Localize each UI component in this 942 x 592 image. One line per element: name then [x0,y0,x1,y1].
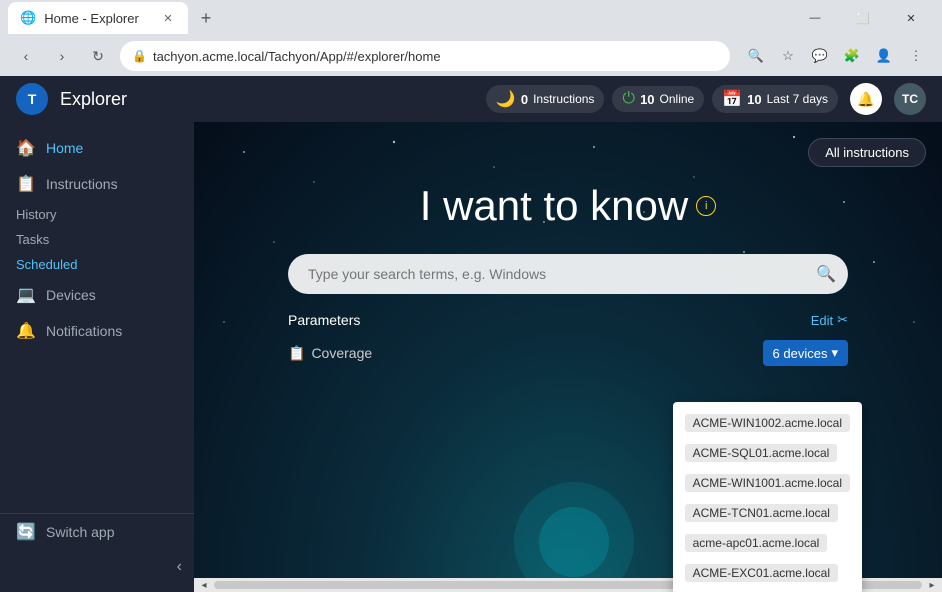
bell-icon: 🔔 [857,91,874,108]
edit-button[interactable]: Edit ✂ [811,312,848,328]
online-count: 10 [640,92,654,107]
info-icon: i [696,196,716,216]
sidebar-item-instructions[interactable]: 📋 Instructions [0,166,194,202]
devices-dropdown-list: ACME-WIN1002.acme.local ACME-SQL01.acme.… [673,402,862,592]
sidebar-item-notifications[interactable]: 🔔 Notifications [0,313,194,349]
collapse-icon: ‹ [177,558,182,576]
address-box: 🔒 tachyon.acme.local/Tachyon/App/#/explo… [120,41,730,71]
lastdays-stat-icon: 📅 [722,89,742,109]
coverage-row: 📋 Coverage 6 devices ▾ [288,334,848,372]
edit-icon: ✂ [837,312,848,328]
new-tab-button[interactable]: + [192,4,220,32]
instructions-label: Instructions [533,92,594,106]
notification-bell[interactable]: 🔔 [850,83,882,115]
instructions-count: 0 [521,92,528,107]
window-controls: — ⬜ ✕ [792,3,934,33]
sidebar-sub-history[interactable]: History [0,202,194,227]
sidebar: 🏠 Home 📋 Instructions History Tasks Sche… [0,122,194,592]
device-item-0[interactable]: ACME-WIN1002.acme.local [673,408,862,438]
new-tab-icon: + [201,8,212,29]
tab-title: Home - Explorer [44,11,152,26]
switch-app-label: Switch app [46,524,114,540]
sidebar-item-devices[interactable]: 💻 Devices [0,277,194,313]
device-tag-3: ACME-TCN01.acme.local [685,504,838,522]
device-item-4[interactable]: acme-apc01.acme.local [673,528,862,558]
devices-icon: 💻 [16,285,36,305]
switch-app-item[interactable]: 🔄 Switch app [0,514,194,550]
url-text: tachyon.acme.local/Tachyon/App/#/explore… [153,49,441,64]
sidebar-bottom: 🔄 Switch app ‹ [0,513,194,584]
search-browser-icon[interactable]: 🔍 [742,42,770,70]
browser-chrome: 🌐 Home - Explorer ✕ + — ⬜ ✕ ‹ › ↻ 🔒 tach… [0,0,942,76]
search-box: 🔍 [288,254,848,294]
tab-favicon: 🌐 [20,10,36,26]
edit-label: Edit [811,313,833,328]
parameters-label: Parameters [288,312,360,328]
instructions-icon: 📋 [16,174,36,194]
device-item-2[interactable]: ACME-WIN1001.acme.local [673,468,862,498]
close-button[interactable]: ✕ [888,3,934,33]
sidebar-sub-tasks[interactable]: Tasks [0,227,194,252]
bookmark-icon[interactable]: ☆ [774,42,802,70]
profile-icon[interactable]: 👤 [870,42,898,70]
lastdays-count: 10 [747,92,761,107]
lock-icon: 🔒 [132,49,147,63]
header-stats: 🌙 0 Instructions ⏻ 10 Online 📅 10 Last 7… [486,85,838,113]
all-instructions-button[interactable]: All instructions [808,138,926,167]
browser-toolbar-icons: 🔍 ☆ 💬 🧩 👤 ⋮ [742,42,930,70]
refresh-button[interactable]: ↻ [84,42,112,70]
sidebar-notifications-label: Notifications [46,323,122,339]
headline: I want to know i [420,182,716,230]
stat-instructions[interactable]: 🌙 0 Instructions [486,85,605,113]
online-stat-icon: ⏻ [622,90,635,108]
app-header: T Explorer 🌙 0 Instructions ⏻ 10 Online … [0,76,942,122]
chat-icon[interactable]: 💬 [806,42,834,70]
browser-title-bar: 🌐 Home - Explorer ✕ + — ⬜ ✕ [0,0,942,36]
sidebar-collapse-button[interactable]: ‹ [0,550,194,584]
devices-dropdown-button[interactable]: 6 devices ▾ [763,340,848,366]
minimize-button[interactable]: — [792,3,838,33]
coverage-label: 📋 Coverage [288,345,372,362]
extensions-icon[interactable]: 🧩 [838,42,866,70]
restore-button[interactable]: ⬜ [840,3,886,33]
forward-button[interactable]: › [48,42,76,70]
sidebar-item-home[interactable]: 🏠 Home [0,130,194,166]
device-tag-0: ACME-WIN1002.acme.local [685,414,850,432]
search-icon[interactable]: 🔍 [816,264,836,284]
sidebar-sub-scheduled[interactable]: Scheduled [0,252,194,277]
dropdown-arrow-icon: ▾ [831,345,838,361]
stat-online[interactable]: ⏻ 10 Online [612,86,704,112]
home-icon: 🏠 [16,138,36,158]
menu-icon[interactable]: ⋮ [902,42,930,70]
search-input[interactable] [300,266,816,282]
address-bar: ‹ › ↻ 🔒 tachyon.acme.local/Tachyon/App/#… [0,36,942,76]
instructions-stat-icon: 🌙 [496,89,516,109]
app-logo: T [16,83,48,115]
sidebar-devices-label: Devices [46,287,96,303]
device-tag-5: ACME-EXC01.acme.local [685,564,838,582]
notifications-icon: 🔔 [16,321,36,341]
user-avatar[interactable]: TC [894,83,926,115]
coverage-icon: 📋 [288,345,305,362]
browser-tab: 🌐 Home - Explorer ✕ [8,2,188,34]
app-title: Explorer [60,89,474,110]
sidebar-home-label: Home [46,140,83,156]
stat-lastdays[interactable]: 📅 10 Last 7 days [712,85,838,113]
online-label: Online [660,92,695,106]
device-tag-1: ACME-SQL01.acme.local [685,444,838,462]
parameters-panel: Parameters Edit ✂ 📋 Coverage 6 devices [288,306,848,372]
device-tag-2: ACME-WIN1001.acme.local [685,474,850,492]
device-tag-4: acme-apc01.acme.local [685,534,828,552]
switch-app-icon: 🔄 [16,522,36,542]
sidebar-instructions-label: Instructions [46,176,118,192]
device-item-3[interactable]: ACME-TCN01.acme.local [673,498,862,528]
lastdays-label: Last 7 days [767,92,828,106]
parameters-header: Parameters Edit ✂ [288,306,848,334]
device-item-5[interactable]: ACME-EXC01.acme.local [673,558,862,588]
content-area: All instructions I want to know i 🔍 [194,122,942,592]
tab-close-icon[interactable]: ✕ [160,10,176,26]
device-item-1[interactable]: ACME-SQL01.acme.local [673,438,862,468]
back-button[interactable]: ‹ [12,42,40,70]
